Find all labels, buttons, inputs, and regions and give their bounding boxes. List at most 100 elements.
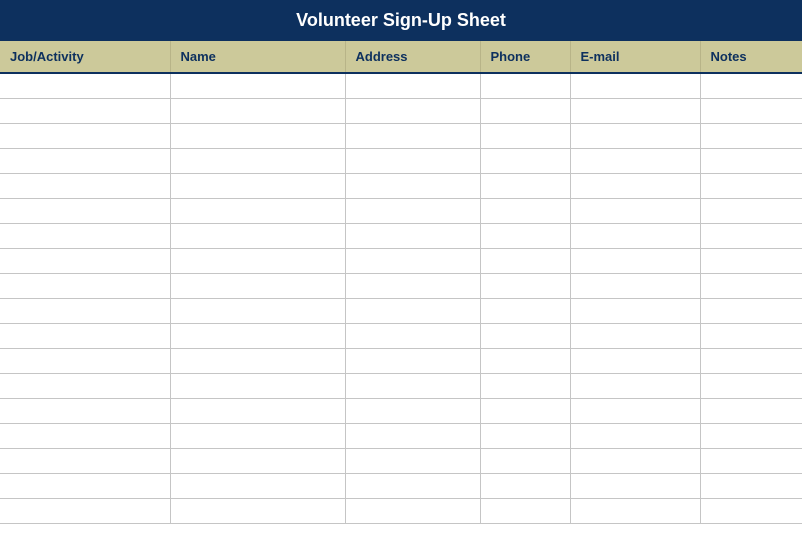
table-cell[interactable] xyxy=(0,323,170,348)
table-row[interactable] xyxy=(0,498,802,523)
table-cell[interactable] xyxy=(570,398,700,423)
table-cell[interactable] xyxy=(570,148,700,173)
table-cell[interactable] xyxy=(480,123,570,148)
table-cell[interactable] xyxy=(480,223,570,248)
table-cell[interactable] xyxy=(345,148,480,173)
table-cell[interactable] xyxy=(0,373,170,398)
table-cell[interactable] xyxy=(700,273,802,298)
table-row[interactable] xyxy=(0,298,802,323)
table-cell[interactable] xyxy=(0,198,170,223)
table-cell[interactable] xyxy=(480,373,570,398)
table-cell[interactable] xyxy=(170,248,345,273)
table-cell[interactable] xyxy=(170,298,345,323)
table-row[interactable] xyxy=(0,98,802,123)
table-cell[interactable] xyxy=(0,398,170,423)
table-cell[interactable] xyxy=(0,223,170,248)
table-row[interactable] xyxy=(0,148,802,173)
table-cell[interactable] xyxy=(700,373,802,398)
table-cell[interactable] xyxy=(480,198,570,223)
table-cell[interactable] xyxy=(700,123,802,148)
table-cell[interactable] xyxy=(345,298,480,323)
table-cell[interactable] xyxy=(170,148,345,173)
table-cell[interactable] xyxy=(170,448,345,473)
table-cell[interactable] xyxy=(0,248,170,273)
table-cell[interactable] xyxy=(700,173,802,198)
table-row[interactable] xyxy=(0,123,802,148)
table-row[interactable] xyxy=(0,373,802,398)
table-cell[interactable] xyxy=(0,348,170,373)
table-cell[interactable] xyxy=(700,398,802,423)
table-cell[interactable] xyxy=(480,498,570,523)
table-cell[interactable] xyxy=(345,73,480,98)
table-cell[interactable] xyxy=(480,98,570,123)
table-cell[interactable] xyxy=(170,98,345,123)
table-cell[interactable] xyxy=(480,473,570,498)
table-cell[interactable] xyxy=(0,448,170,473)
table-cell[interactable] xyxy=(345,473,480,498)
table-cell[interactable] xyxy=(570,298,700,323)
table-cell[interactable] xyxy=(480,348,570,373)
table-cell[interactable] xyxy=(0,123,170,148)
table-cell[interactable] xyxy=(700,148,802,173)
table-cell[interactable] xyxy=(700,348,802,373)
table-cell[interactable] xyxy=(345,123,480,148)
table-cell[interactable] xyxy=(570,198,700,223)
table-cell[interactable] xyxy=(480,173,570,198)
table-row[interactable] xyxy=(0,73,802,98)
table-cell[interactable] xyxy=(345,323,480,348)
table-row[interactable] xyxy=(0,223,802,248)
table-cell[interactable] xyxy=(0,498,170,523)
table-row[interactable] xyxy=(0,398,802,423)
table-cell[interactable] xyxy=(170,173,345,198)
table-cell[interactable] xyxy=(570,423,700,448)
table-cell[interactable] xyxy=(345,423,480,448)
table-cell[interactable] xyxy=(170,473,345,498)
table-cell[interactable] xyxy=(570,173,700,198)
table-cell[interactable] xyxy=(170,198,345,223)
table-cell[interactable] xyxy=(0,473,170,498)
table-cell[interactable] xyxy=(570,273,700,298)
table-cell[interactable] xyxy=(345,398,480,423)
table-cell[interactable] xyxy=(700,98,802,123)
table-cell[interactable] xyxy=(345,98,480,123)
table-cell[interactable] xyxy=(570,123,700,148)
table-cell[interactable] xyxy=(570,498,700,523)
table-cell[interactable] xyxy=(570,348,700,373)
table-cell[interactable] xyxy=(170,398,345,423)
table-cell[interactable] xyxy=(700,448,802,473)
table-cell[interactable] xyxy=(570,223,700,248)
table-cell[interactable] xyxy=(345,223,480,248)
table-cell[interactable] xyxy=(170,223,345,248)
table-cell[interactable] xyxy=(170,123,345,148)
table-cell[interactable] xyxy=(345,498,480,523)
table-cell[interactable] xyxy=(345,248,480,273)
table-cell[interactable] xyxy=(0,173,170,198)
table-cell[interactable] xyxy=(170,348,345,373)
table-cell[interactable] xyxy=(570,98,700,123)
table-cell[interactable] xyxy=(700,473,802,498)
table-cell[interactable] xyxy=(345,173,480,198)
table-cell[interactable] xyxy=(570,73,700,98)
table-cell[interactable] xyxy=(345,373,480,398)
table-row[interactable] xyxy=(0,273,802,298)
table-cell[interactable] xyxy=(170,273,345,298)
table-cell[interactable] xyxy=(170,423,345,448)
table-cell[interactable] xyxy=(170,323,345,348)
table-row[interactable] xyxy=(0,473,802,498)
table-cell[interactable] xyxy=(0,73,170,98)
table-cell[interactable] xyxy=(480,448,570,473)
table-cell[interactable] xyxy=(700,73,802,98)
table-cell[interactable] xyxy=(570,248,700,273)
table-cell[interactable] xyxy=(170,498,345,523)
table-cell[interactable] xyxy=(345,348,480,373)
table-cell[interactable] xyxy=(0,148,170,173)
table-cell[interactable] xyxy=(345,448,480,473)
table-row[interactable] xyxy=(0,423,802,448)
table-cell[interactable] xyxy=(345,273,480,298)
table-cell[interactable] xyxy=(480,273,570,298)
table-cell[interactable] xyxy=(700,298,802,323)
table-cell[interactable] xyxy=(700,498,802,523)
table-row[interactable] xyxy=(0,248,802,273)
table-cell[interactable] xyxy=(480,323,570,348)
table-cell[interactable] xyxy=(480,73,570,98)
